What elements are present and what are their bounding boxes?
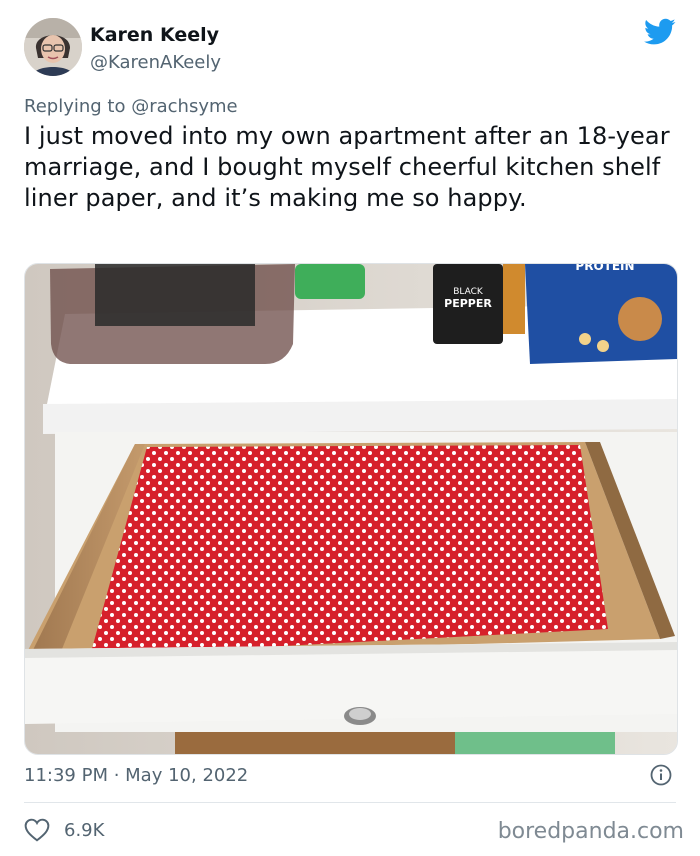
tweet-date: May 10, 2022	[125, 765, 249, 786]
tweet-photo[interactable]: BLACK PEPPER PROTEIN	[24, 263, 678, 755]
like-count: 6.9K	[64, 819, 105, 841]
tweet-time: 11:39 PM	[24, 765, 108, 786]
tweet-timestamp[interactable]: 11:39 PM · May 10, 2022	[24, 765, 248, 786]
tweet-text: I just moved into my own apartment after…	[24, 122, 670, 212]
pepper-label-black: BLACK	[453, 287, 484, 297]
reply-prefix: Replying to	[24, 96, 132, 117]
user-handle[interactable]: @KarenAKeely	[90, 52, 221, 73]
avatar[interactable]	[24, 18, 82, 76]
twitter-bird-icon[interactable]	[644, 18, 676, 46]
pepper-label-pepper: PEPPER	[444, 297, 492, 310]
like-button[interactable]: 6.9K	[24, 817, 104, 843]
reply-handle[interactable]: @rachsyme	[131, 96, 237, 117]
tweet-header: Karen Keely @KarenAKeely	[24, 16, 676, 82]
user-name[interactable]: Karen Keely	[90, 24, 219, 46]
reply-context: Replying to @rachsyme	[24, 96, 238, 117]
info-icon[interactable]	[650, 764, 672, 786]
heart-icon	[24, 818, 50, 842]
meta-separator: ·	[107, 765, 126, 786]
divider	[24, 802, 676, 803]
watermark: boredpanda.com	[497, 819, 684, 844]
box-label: PROTEIN	[575, 264, 634, 273]
